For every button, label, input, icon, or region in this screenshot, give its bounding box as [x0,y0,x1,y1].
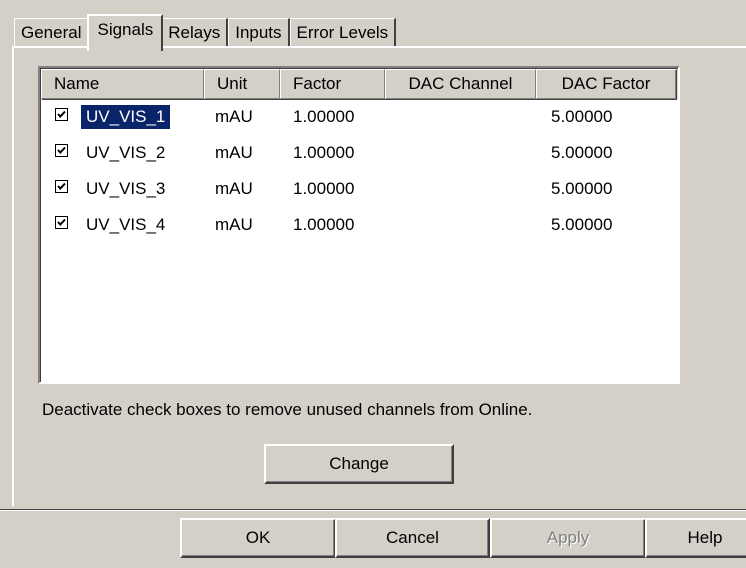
row-factor: 1.00000 [293,143,355,162]
row-factor: 1.00000 [293,215,355,234]
hint-text: Deactivate check boxes to remove unused … [42,400,533,419]
checkmark-icon [57,146,66,154]
change-button[interactable]: Change [264,444,454,484]
checkmark-icon [57,218,66,226]
tab-general[interactable]: General [14,18,90,48]
row-unit: mAU [215,143,253,162]
column-header-name[interactable]: Name [41,69,204,99]
row-name: UV_VIS_2 [86,143,166,162]
checkmark-icon [57,182,66,190]
column-header-unit[interactable]: Unit [204,69,280,99]
row-name: UV_VIS_3 [86,179,166,198]
list-item[interactable]: UV_VIS_1 mAU 1.00000 5.00000 [41,99,678,135]
row-name: UV_VIS_4 [86,215,166,234]
list-item[interactable]: UV_VIS_4 mAU 1.00000 5.00000 [41,207,678,243]
row-unit: mAU [215,107,253,126]
column-header-dac-factor[interactable]: DAC Factor [536,69,676,99]
row-name: UV_VIS_1 [81,105,171,129]
list-item[interactable]: UV_VIS_2 mAU 1.00000 5.00000 [41,135,678,171]
tab-error-levels[interactable]: Error Levels [289,18,397,48]
row-unit: mAU [215,215,253,234]
row-checkbox[interactable] [55,216,68,229]
row-factor: 1.00000 [293,179,355,198]
row-dac-factor: 5.00000 [551,215,613,234]
cancel-button[interactable]: Cancel [335,518,490,558]
help-button[interactable]: Help [645,518,746,558]
signals-list[interactable]: Name Unit Factor DAC Channel DAC Factor … [38,66,680,384]
list-header: Name Unit Factor DAC Channel DAC Factor [41,69,678,99]
tab-signals[interactable]: Signals [87,14,164,51]
tab-relays[interactable]: Relays [161,18,229,48]
row-checkbox[interactable] [55,108,68,121]
row-checkbox[interactable] [55,144,68,157]
tab-inputs[interactable]: Inputs [228,18,290,48]
column-header-factor[interactable]: Factor [280,69,385,99]
row-dac-factor: 5.00000 [551,143,613,162]
row-dac-factor: 5.00000 [551,107,613,126]
row-checkbox[interactable] [55,180,68,193]
ok-button[interactable]: OK [180,518,336,558]
column-header-dac-channel[interactable]: DAC Channel [385,69,536,99]
row-dac-factor: 5.00000 [551,179,613,198]
tab-strip: General Signals Relays Inputs Error Leve… [14,8,397,51]
row-factor: 1.00000 [293,107,355,126]
list-item[interactable]: UV_VIS_3 mAU 1.00000 5.00000 [41,171,678,207]
apply-button[interactable]: Apply [490,518,646,558]
dialog-separator [0,509,746,511]
row-unit: mAU [215,179,253,198]
checkmark-icon [57,110,66,118]
